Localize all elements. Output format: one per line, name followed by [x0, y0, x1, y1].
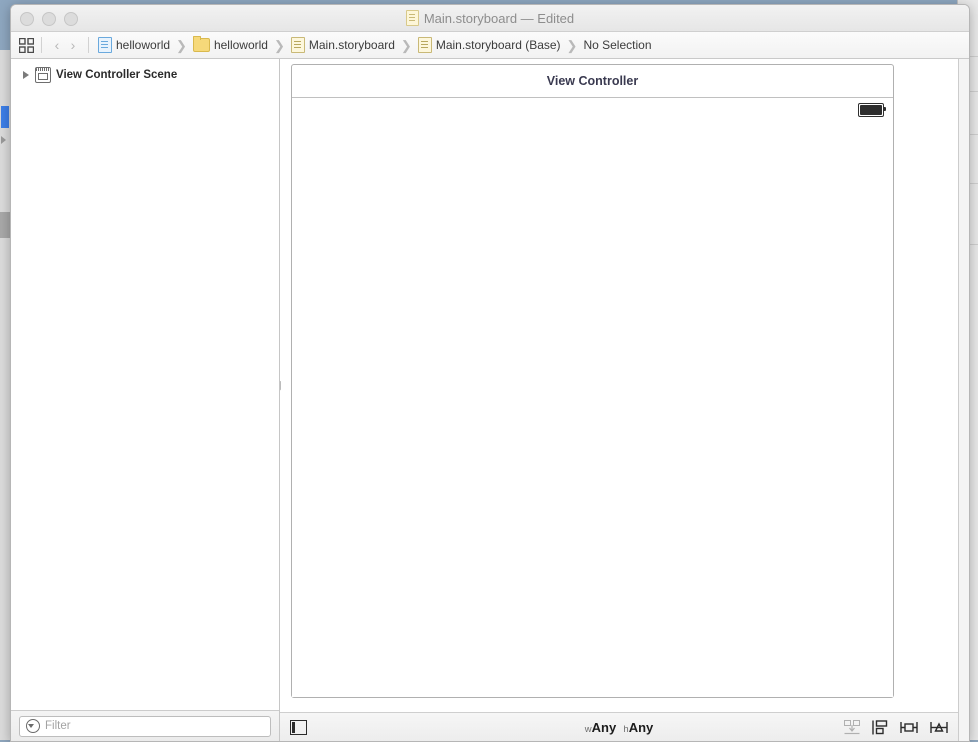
filter-field[interactable]: Filter [19, 716, 271, 737]
background-scrollbar-thumb[interactable] [0, 212, 10, 238]
simulated-status-bar [292, 98, 893, 118]
traffic-light-buttons[interactable] [20, 12, 78, 26]
autolayout-toolbar [844, 720, 948, 735]
interface-builder-canvas[interactable]: View Controller [280, 59, 958, 712]
window-title: Main.storyboard — Edited [11, 10, 969, 26]
size-class-height-value: Any [629, 720, 654, 735]
desktop-background: Main.storyboard — Edited ‹ › helloworld [0, 0, 978, 740]
canvas-column: View Controller wAny hAny [280, 59, 958, 741]
zoom-button[interactable] [64, 12, 78, 26]
close-button[interactable] [20, 12, 34, 26]
storyboard-file-icon [418, 37, 432, 53]
project-file-icon [98, 37, 112, 53]
xcode-window: Main.storyboard — Edited ‹ › helloworld [10, 4, 970, 742]
canvas-bottom-bar: wAny hAny [280, 712, 958, 741]
breadcrumb-separator-3: ❯ [401, 39, 412, 52]
size-class-height-prefix: h [623, 724, 628, 735]
scene-icon [35, 67, 51, 83]
navigator-filter-bar: Filter [11, 710, 279, 741]
tree-item-label: View Controller Scene [56, 69, 177, 81]
related-items-icon[interactable] [19, 38, 34, 53]
storyboard-file-icon [406, 10, 419, 26]
view-controller-scene[interactable]: View Controller [291, 64, 894, 698]
breadcrumb-separator-1: ❯ [176, 39, 187, 52]
battery-full-icon [858, 103, 884, 117]
storyboard-file-icon [291, 37, 305, 53]
embed-in-stack-icon[interactable] [872, 720, 888, 735]
size-class-width-prefix: w [585, 724, 592, 735]
back-button[interactable]: ‹ [49, 38, 65, 52]
breadcrumb-separator-2: ❯ [274, 39, 285, 52]
breadcrumb[interactable]: ‹ › helloworld ❯ helloworld ❯ Main.story… [11, 32, 969, 59]
minimize-button[interactable] [42, 12, 56, 26]
splitter-handle[interactable] [280, 381, 281, 391]
breadcrumb-item-base[interactable]: Main.storyboard (Base) [416, 37, 563, 53]
breadcrumb-item-file[interactable]: Main.storyboard [289, 37, 397, 53]
scene-root-view[interactable] [292, 98, 893, 697]
breadcrumb-item-project[interactable]: helloworld [96, 37, 172, 53]
jumpbar-divider-1 [41, 37, 42, 53]
breadcrumb-item-selection[interactable]: No Selection [581, 38, 653, 52]
document-outline-toggle-icon[interactable] [290, 720, 307, 735]
breadcrumb-label-group: helloworld [214, 38, 268, 52]
navigator-pane: View Controller Scene Filter [11, 59, 280, 741]
folder-icon [193, 38, 210, 52]
pin-icon[interactable] [930, 720, 948, 735]
update-frames-icon[interactable] [844, 720, 860, 735]
filter-icon [26, 719, 40, 733]
scene-title: View Controller [292, 65, 893, 98]
breadcrumb-label-base: Main.storyboard (Base) [436, 38, 561, 52]
jumpbar-divider-2 [88, 37, 89, 53]
tree-item-view-controller-scene[interactable]: View Controller Scene [11, 65, 279, 85]
utilities-gutter [958, 59, 969, 741]
size-class-width-value: Any [592, 720, 617, 735]
forward-button[interactable]: › [65, 38, 81, 52]
filter-placeholder: Filter [45, 720, 71, 732]
disclosure-triangle-icon[interactable] [23, 71, 29, 79]
background-disclosure-triangle-icon [1, 136, 6, 144]
background-selected-row [1, 106, 9, 128]
breadcrumb-item-group[interactable]: helloworld [191, 38, 270, 52]
editor-split-view: View Controller Scene Filter View Contro… [11, 59, 969, 741]
document-outline-tree[interactable]: View Controller Scene [11, 59, 279, 710]
window-titlebar: Main.storyboard — Edited [11, 5, 969, 32]
breadcrumb-label-project: helloworld [116, 38, 170, 52]
breadcrumb-label-file: Main.storyboard [309, 38, 395, 52]
breadcrumb-separator-4: ❯ [567, 39, 578, 52]
window-title-text: Main.storyboard — Edited [424, 11, 574, 26]
align-icon[interactable] [900, 720, 918, 735]
breadcrumb-label-selection: No Selection [583, 38, 651, 52]
